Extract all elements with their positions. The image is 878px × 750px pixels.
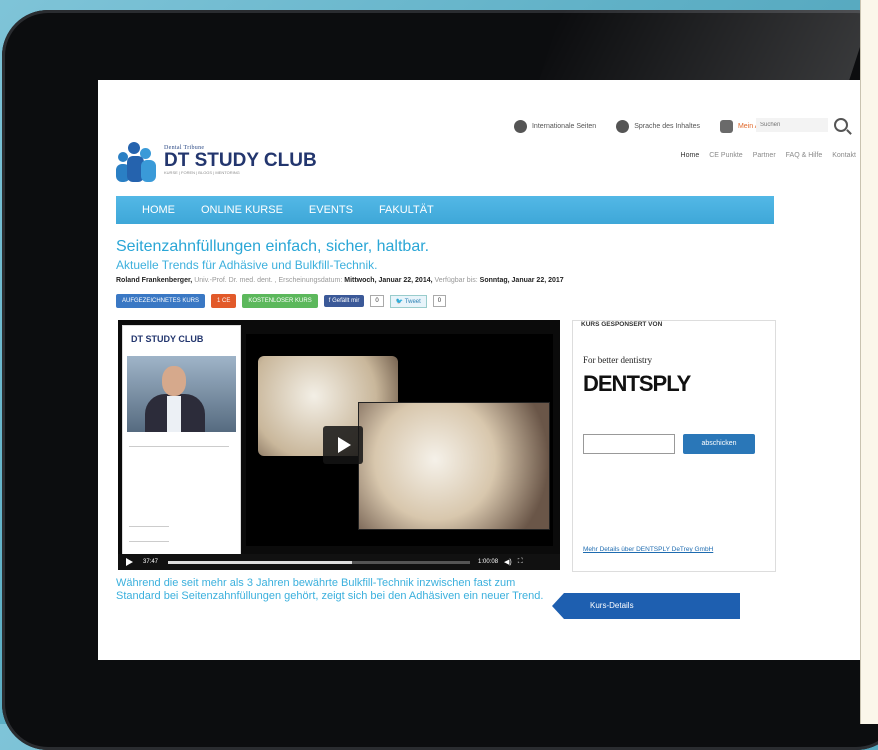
right-margin [860, 0, 878, 724]
main-navigation: HOME ONLINE KURSE EVENTS FAKULTÄT [116, 196, 774, 224]
submit-button[interactable]: abschicken [683, 434, 755, 454]
subnav-partner[interactable]: Partner [753, 152, 776, 159]
duration: 1:00:08 [478, 559, 499, 565]
logo-title: DT STUDY CLUB [164, 150, 317, 171]
search-box [756, 116, 848, 134]
author-title: Univ.-Prof. Dr. med. dent. , Erscheinung… [192, 277, 343, 284]
volume-icon[interactable]: ◀) [504, 558, 512, 566]
presenter-image [127, 356, 236, 432]
speech-bubble-icon [616, 120, 630, 133]
search-icon[interactable] [834, 118, 848, 132]
play-button[interactable] [323, 426, 363, 464]
sub-navigation: Home CE Punkte Partner FAQ & Hilfe Konta… [681, 152, 856, 159]
subnav-ce-punkte[interactable]: CE Punkte [709, 152, 742, 159]
nav-online-kurse[interactable]: ONLINE KURSE [201, 204, 283, 216]
facebook-like-button[interactable]: f Gefällt mir [323, 295, 365, 307]
course-meta: Roland Frankenberger, Univ.-Prof. Dr. me… [116, 277, 564, 284]
publish-date: Mittwoch, Januar 22, 2014, [342, 277, 433, 284]
current-time: 37:47 [143, 559, 159, 565]
video-logo: DT STUDY CLUB [131, 334, 204, 344]
free-course-badge: KOSTENLOSER KURS [242, 294, 318, 308]
nav-home[interactable]: HOME [142, 204, 175, 216]
site-logo[interactable]: Dental Tribune DT STUDY CLUB KURSE | FOR… [116, 138, 317, 182]
progress-bar[interactable] [168, 560, 471, 564]
dentsply-logo: DENTSPLY [583, 371, 691, 396]
sponsor-heading: KURS GESPONSERT VON [581, 321, 663, 328]
fullscreen-icon[interactable]: ⛶ [518, 558, 523, 566]
course-details-button[interactable]: Kurs-Details [552, 593, 740, 619]
nav-fakultaet[interactable]: FAKULTÄT [379, 204, 434, 216]
nav-events[interactable]: EVENTS [309, 204, 353, 216]
video-controls: 37:47 1:00:08 ◀) ⛶ [118, 554, 560, 570]
browser-screen: Dental Tribune DT STUDY CLUB KURSE | FOR… [98, 80, 860, 660]
sponsor-tagline: For better dentistry [583, 355, 652, 365]
play-icon[interactable] [126, 558, 133, 566]
like-count: 0 [370, 295, 384, 307]
sponsor-input[interactable] [583, 434, 675, 454]
user-icon [719, 120, 733, 133]
ce-badge: 1 CE [211, 294, 237, 308]
international-sites-link[interactable]: Internationale Seiten [513, 120, 596, 133]
screen-glare [537, 10, 873, 84]
content-language-link[interactable]: Sprache des Inhaltes [616, 120, 700, 133]
subnav-home[interactable]: Home [681, 152, 700, 159]
top-links: Internationale Seiten Sprache des Inhalt… [513, 120, 780, 133]
course-badges: AUFGEZEICHNETES KURS 1 CE KOSTENLOSER KU… [116, 294, 447, 308]
presenter-panel: DT STUDY CLUB [122, 325, 241, 555]
course-description: Während die seit mehr als 3 Jahren bewäh… [116, 577, 544, 602]
course-subtitle: Aktuelle Trends für Adhäsive und Bulkfil… [116, 258, 378, 272]
globe-icon [513, 120, 527, 133]
video-player[interactable]: DT STUDY CLUB 37:47 1:00:08 ◀) ⛶ [118, 320, 560, 570]
author-name: Roland Frankenberger, [116, 277, 193, 284]
sponsor-box: KURS GESPONSERT VON For better dentistry… [572, 320, 776, 572]
available-label: Verfügbar bis: [432, 277, 478, 284]
sponsor-details-link[interactable]: Mehr Details über DENTSPLY DeTrey GmbH [583, 546, 713, 553]
course-title: Seitenzahnfüllungen einfach, sicher, hal… [116, 238, 430, 255]
search-input[interactable] [756, 118, 828, 132]
recorded-course-badge: AUFGEZEICHNETES KURS [116, 294, 206, 308]
video-frame [246, 334, 553, 546]
available-date: Sonntag, Januar 22, 2017 [477, 277, 564, 284]
tweet-count: 0 [432, 295, 447, 307]
subnav-kontakt[interactable]: Kontakt [832, 152, 856, 159]
subnav-faq[interactable]: FAQ & Hilfe [786, 152, 823, 159]
teeth-image-2 [358, 402, 550, 530]
people-logo-icon [116, 138, 158, 182]
tweet-button[interactable]: 🐦 Tweet [389, 294, 427, 308]
